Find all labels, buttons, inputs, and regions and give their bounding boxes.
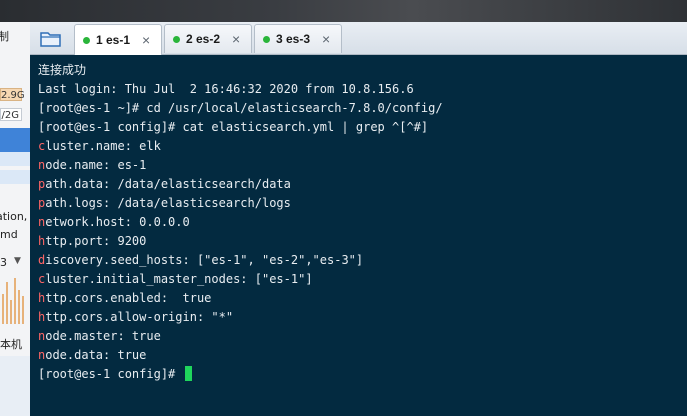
terminal-line: cluster.initial_master_nodes: ["es-1"] — [38, 272, 313, 286]
terminal-line: [root@es-1 ~]# cd /usr/local/elasticsear… — [38, 101, 443, 115]
terminal-line: path.logs: /data/elasticsearch/logs — [38, 196, 291, 210]
terminal-prompt-line[interactable]: [root@es-1 config]# — [38, 365, 192, 384]
tab-es-1[interactable]: 1 es-1 × — [74, 24, 162, 55]
terminal-line: network.host: 0.0.0.0 — [38, 215, 190, 229]
terminal-line: http.cors.enabled: true — [38, 291, 212, 305]
sidebar-label-md: md — [0, 228, 18, 241]
terminal-line: [root@es-1 config]# cat elasticsearch.ym… — [38, 120, 429, 134]
sidebar-row[interactable] — [0, 170, 30, 184]
session-tab-bar: 1 es-1 × 2 es-2 × 3 es-3 × — [30, 22, 687, 55]
terminal-line: http.port: 9200 — [38, 234, 147, 248]
terminal-line: path.data: /data/elasticsearch/data — [38, 177, 291, 191]
status-dot-icon — [173, 35, 180, 43]
terminal-line: node.name: es-1 — [38, 158, 147, 172]
sidebar-label-ation: ation, — [0, 210, 28, 223]
close-icon[interactable]: × — [142, 32, 150, 48]
tab-label: 2 es-2 — [186, 32, 221, 46]
tab-label: 3 es-3 — [276, 32, 311, 46]
left-sidebar-panel: 制 2.9G /2G ation, md 3 ▼ 本机 — [0, 22, 31, 416]
terminal-line: Last login: Thu Jul 2 16:46:32 2020 from… — [38, 82, 414, 96]
tab-es-3[interactable]: 3 es-3 × — [254, 24, 342, 53]
sidebar-row[interactable] — [0, 152, 30, 166]
close-icon[interactable]: × — [232, 31, 240, 47]
selected-row-highlight[interactable] — [0, 128, 30, 152]
usage-chart — [0, 274, 26, 324]
tab-label: 1 es-1 — [96, 33, 131, 47]
chevron-down-icon[interactable]: ▼ — [14, 256, 21, 266]
terminal-line: 连接成功 — [38, 63, 87, 77]
terminal-line: http.cors.allow-origin: "*" — [38, 310, 234, 324]
terminal-line: node.data: true — [38, 348, 147, 362]
status-dot-icon — [83, 36, 90, 44]
folder-icon[interactable] — [36, 26, 66, 50]
top-window-band — [0, 0, 687, 22]
terminal-line: node.master: true — [38, 329, 161, 343]
terminal-line: discovery.seed_hosts: ["es-1", "es-2","e… — [38, 253, 364, 267]
terminal-cursor — [184, 366, 192, 381]
sidebar-label-local: 本机 — [0, 338, 22, 351]
sidebar-label-3: 3 — [0, 256, 7, 269]
sidebar-bottom-area — [0, 356, 30, 416]
terminal-line: cluster.name: elk — [38, 139, 161, 153]
memory-usage-box: 2.9G — [0, 88, 25, 101]
swap-usage-box: /2G — [0, 108, 22, 121]
sidebar-top-label: 制 — [0, 28, 9, 44]
tab-es-2[interactable]: 2 es-2 × — [164, 24, 252, 53]
status-dot-icon — [263, 35, 270, 43]
close-icon[interactable]: × — [322, 31, 330, 47]
terminal-output[interactable]: 连接成功 Last login: Thu Jul 2 16:46:32 2020… — [30, 55, 687, 416]
